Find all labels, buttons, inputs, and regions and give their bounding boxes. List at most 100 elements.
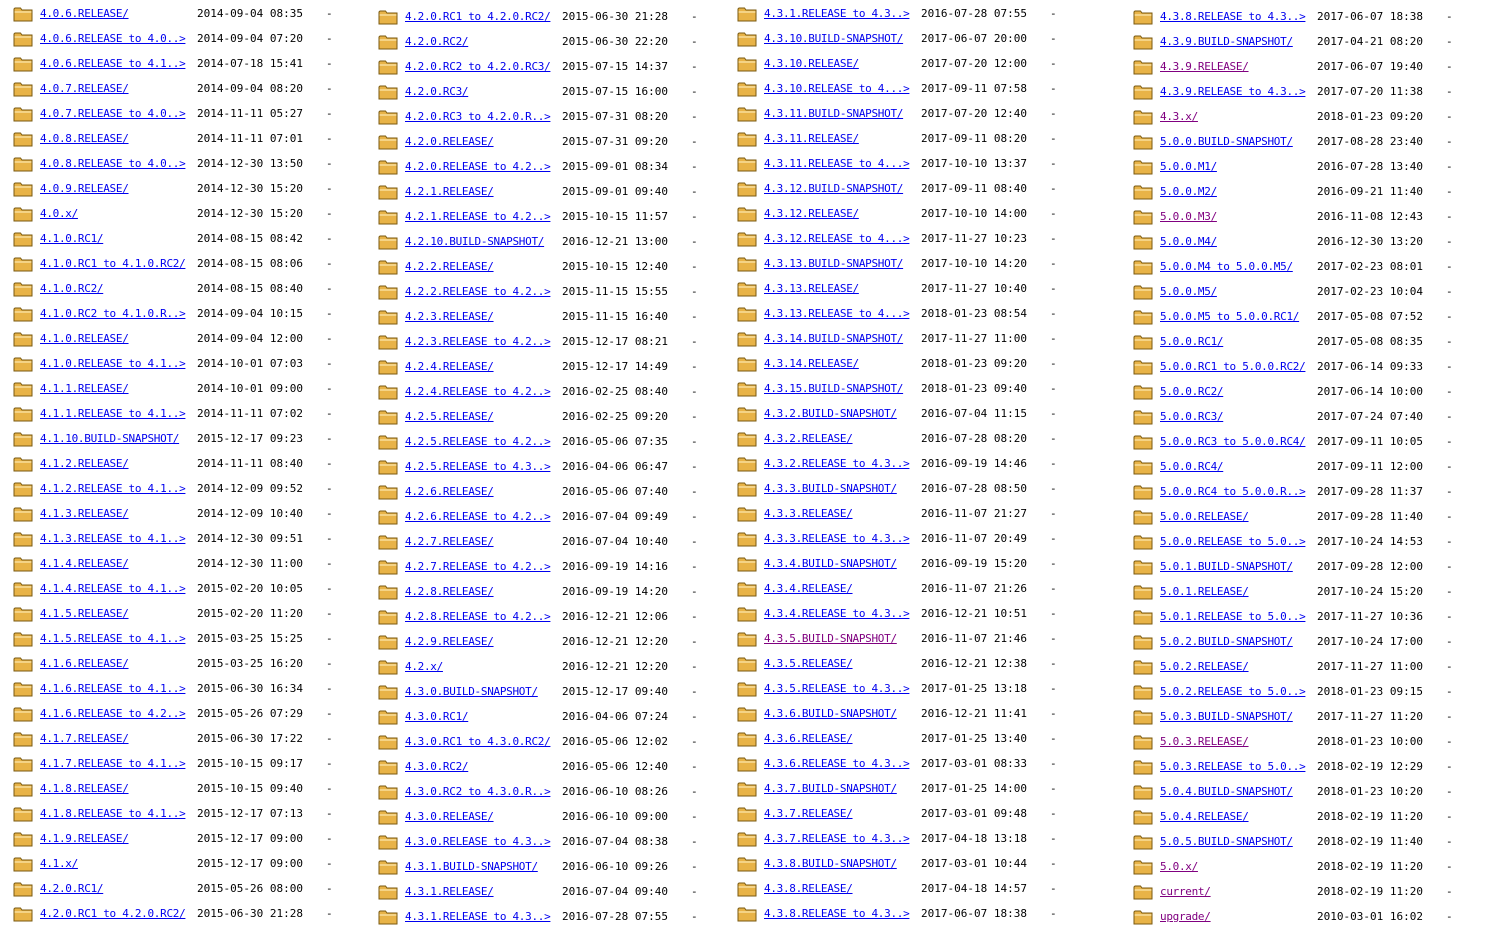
directory-link[interactable]: 4.2.0.RC2/ <box>405 35 469 48</box>
directory-link[interactable]: 4.2.0.RC2 to 4.2.0.RC3/ <box>405 60 551 73</box>
directory-link[interactable]: 4.2.x/ <box>405 660 443 673</box>
directory-link[interactable]: 4.0.6.RELEASE/ <box>40 7 129 20</box>
directory-link[interactable]: 4.3.6.BUILD-SNAPSHOT/ <box>764 707 897 720</box>
directory-link[interactable]: 4.3.1.BUILD-SNAPSHOT/ <box>405 860 538 873</box>
directory-link[interactable]: 4.0.7.RELEASE/ <box>40 82 129 95</box>
directory-link[interactable]: 4.3.14.BUILD-SNAPSHOT/ <box>764 332 903 345</box>
directory-link[interactable]: 4.3.10.RELEASE to 4...> <box>764 82 910 95</box>
directory-link[interactable]: 4.1.0.RC2/ <box>40 282 104 295</box>
directory-link[interactable]: 4.3.11.RELEASE/ <box>764 132 859 145</box>
directory-link[interactable]: 4.1.7.RELEASE/ <box>40 732 129 745</box>
directory-link[interactable]: 4.2.0.RC1 to 4.2.0.RC2/ <box>405 10 551 23</box>
directory-link[interactable]: 4.2.0.RC1 to 4.2.0.RC2/ <box>40 907 186 920</box>
directory-link[interactable]: 4.0.6.RELEASE to 4.0..> <box>40 32 186 45</box>
directory-link[interactable]: 4.3.0.BUILD-SNAPSHOT/ <box>405 685 538 698</box>
directory-link[interactable]: 4.3.11.BUILD-SNAPSHOT/ <box>764 107 903 120</box>
directory-link[interactable]: 4.1.7.RELEASE to 4.1..> <box>40 757 186 770</box>
directory-link[interactable]: 5.0.2.RELEASE to 5.0..> <box>1160 685 1306 698</box>
directory-link[interactable]: 4.2.2.RELEASE to 4.2..> <box>405 285 551 298</box>
directory-link[interactable]: 4.3.x/ <box>1160 110 1198 123</box>
directory-link[interactable]: 5.0.0.M5 to 5.0.0.RC1/ <box>1160 310 1299 323</box>
directory-link[interactable]: 4.3.3.RELEASE/ <box>764 507 853 520</box>
directory-link[interactable]: 4.1.5.RELEASE/ <box>40 607 129 620</box>
directory-link[interactable]: 5.0.4.BUILD-SNAPSHOT/ <box>1160 785 1293 798</box>
directory-link[interactable]: 5.0.2.RELEASE/ <box>1160 660 1249 673</box>
directory-link[interactable]: 4.2.0.RC3/ <box>405 85 469 98</box>
directory-link[interactable]: 4.2.8.RELEASE to 4.2..> <box>405 610 551 623</box>
directory-link[interactable]: 4.1.8.RELEASE/ <box>40 782 129 795</box>
directory-link[interactable]: 4.0.x/ <box>40 207 78 220</box>
directory-link[interactable]: 5.0.4.RELEASE/ <box>1160 810 1249 823</box>
directory-link[interactable]: 5.0.0.RC1 to 5.0.0.RC2/ <box>1160 360 1306 373</box>
directory-link[interactable]: 4.1.0.RELEASE to 4.1..> <box>40 357 186 370</box>
directory-link[interactable]: 5.0.1.BUILD-SNAPSHOT/ <box>1160 560 1293 573</box>
directory-link[interactable]: 4.3.10.RELEASE/ <box>764 57 859 70</box>
directory-link[interactable]: 4.1.4.RELEASE to 4.1..> <box>40 582 186 595</box>
directory-link[interactable]: 4.1.1.RELEASE to 4.1..> <box>40 407 186 420</box>
directory-link[interactable]: 4.2.5.RELEASE/ <box>405 410 494 423</box>
directory-link[interactable]: 5.0.0.M1/ <box>1160 160 1217 173</box>
directory-link[interactable]: 5.0.x/ <box>1160 860 1198 873</box>
directory-link[interactable]: 4.1.0.RC1 to 4.1.0.RC2/ <box>40 257 186 270</box>
directory-link[interactable]: 4.0.8.RELEASE to 4.0..> <box>40 157 186 170</box>
directory-link[interactable]: 4.3.2.RELEASE/ <box>764 432 853 445</box>
directory-link[interactable]: 4.1.8.RELEASE to 4.1..> <box>40 807 186 820</box>
directory-link[interactable]: 4.2.0.RELEASE to 4.2..> <box>405 160 551 173</box>
directory-link[interactable]: 4.3.7.RELEASE to 4.3..> <box>764 832 910 845</box>
directory-link[interactable]: 4.3.9.BUILD-SNAPSHOT/ <box>1160 35 1293 48</box>
directory-link[interactable]: 4.3.4.BUILD-SNAPSHOT/ <box>764 557 897 570</box>
directory-link[interactable]: 5.0.0.RC3/ <box>1160 410 1224 423</box>
directory-link[interactable]: 4.1.4.RELEASE/ <box>40 557 129 570</box>
directory-link[interactable]: 4.3.12.RELEASE/ <box>764 207 859 220</box>
directory-link[interactable]: 4.2.6.RELEASE/ <box>405 485 494 498</box>
directory-link[interactable]: 4.2.4.RELEASE to 4.2..> <box>405 385 551 398</box>
directory-link[interactable]: 4.2.0.RC1/ <box>40 882 104 895</box>
directory-link[interactable]: 5.0.0.RC1/ <box>1160 335 1224 348</box>
directory-link[interactable]: 4.3.8.BUILD-SNAPSHOT/ <box>764 857 897 870</box>
directory-link[interactable]: 4.3.6.RELEASE/ <box>764 732 853 745</box>
directory-link[interactable]: 5.0.0.RELEASE/ <box>1160 510 1249 523</box>
directory-link[interactable]: 4.1.x/ <box>40 857 78 870</box>
directory-link[interactable]: 4.1.0.RC1/ <box>40 232 104 245</box>
directory-link[interactable]: 4.1.3.RELEASE/ <box>40 507 129 520</box>
directory-link[interactable]: 4.3.2.RELEASE to 4.3..> <box>764 457 910 470</box>
directory-link[interactable]: 4.2.6.RELEASE to 4.2..> <box>405 510 551 523</box>
directory-link[interactable]: 4.2.1.RELEASE/ <box>405 185 494 198</box>
directory-link[interactable]: 4.3.0.RC2 to 4.3.0.R..> <box>405 785 551 798</box>
directory-link[interactable]: 4.1.9.RELEASE/ <box>40 832 129 845</box>
directory-link[interactable]: current/ <box>1160 885 1211 898</box>
directory-link[interactable]: 4.3.7.BUILD-SNAPSHOT/ <box>764 782 897 795</box>
directory-link[interactable]: 4.1.10.BUILD-SNAPSHOT/ <box>40 432 179 445</box>
directory-link[interactable]: 4.1.1.RELEASE/ <box>40 382 129 395</box>
directory-link[interactable]: 4.3.0.RELEASE/ <box>405 810 494 823</box>
directory-link[interactable]: 4.2.7.RELEASE to 4.2..> <box>405 560 551 573</box>
directory-link[interactable]: 4.3.1.RELEASE/ <box>405 885 494 898</box>
directory-link[interactable]: 4.2.5.RELEASE to 4.2..> <box>405 435 551 448</box>
directory-link[interactable]: 4.2.3.RELEASE to 4.2..> <box>405 335 551 348</box>
directory-link[interactable]: 5.0.0.M5/ <box>1160 285 1217 298</box>
directory-link[interactable]: 4.3.12.BUILD-SNAPSHOT/ <box>764 182 903 195</box>
directory-link[interactable]: 4.3.13.RELEASE to 4...> <box>764 307 910 320</box>
directory-link[interactable]: 4.1.6.RELEASE to 4.1..> <box>40 682 186 695</box>
directory-link[interactable]: 5.0.0.M3/ <box>1160 210 1217 223</box>
directory-link[interactable]: 4.0.7.RELEASE to 4.0..> <box>40 107 186 120</box>
directory-link[interactable]: 5.0.3.RELEASE to 5.0..> <box>1160 760 1306 773</box>
directory-link[interactable]: 5.0.0.RC4 to 5.0.0.R..> <box>1160 485 1306 498</box>
directory-link[interactable]: 4.3.13.BUILD-SNAPSHOT/ <box>764 257 903 270</box>
directory-link[interactable]: 4.1.5.RELEASE to 4.1..> <box>40 632 186 645</box>
directory-link[interactable]: 4.1.6.RELEASE to 4.2..> <box>40 707 186 720</box>
directory-link[interactable]: 4.3.6.RELEASE to 4.3..> <box>764 757 910 770</box>
directory-link[interactable]: 4.3.9.RELEASE/ <box>1160 60 1249 73</box>
directory-link[interactable]: 5.0.2.BUILD-SNAPSHOT/ <box>1160 635 1293 648</box>
directory-link[interactable]: 4.3.13.RELEASE/ <box>764 282 859 295</box>
directory-link[interactable]: 4.3.2.BUILD-SNAPSHOT/ <box>764 407 897 420</box>
directory-link[interactable]: 4.1.0.RELEASE/ <box>40 332 129 345</box>
directory-link[interactable]: 4.3.3.BUILD-SNAPSHOT/ <box>764 482 897 495</box>
directory-link[interactable]: 4.2.9.RELEASE/ <box>405 635 494 648</box>
directory-link[interactable]: 4.1.6.RELEASE/ <box>40 657 129 670</box>
directory-link[interactable]: 4.2.0.RELEASE/ <box>405 135 494 148</box>
directory-link[interactable]: 4.3.7.RELEASE/ <box>764 807 853 820</box>
directory-link[interactable]: 4.3.4.RELEASE/ <box>764 582 853 595</box>
directory-link[interactable]: 4.2.8.RELEASE/ <box>405 585 494 598</box>
directory-link[interactable]: 4.3.0.RC1 to 4.3.0.RC2/ <box>405 735 551 748</box>
